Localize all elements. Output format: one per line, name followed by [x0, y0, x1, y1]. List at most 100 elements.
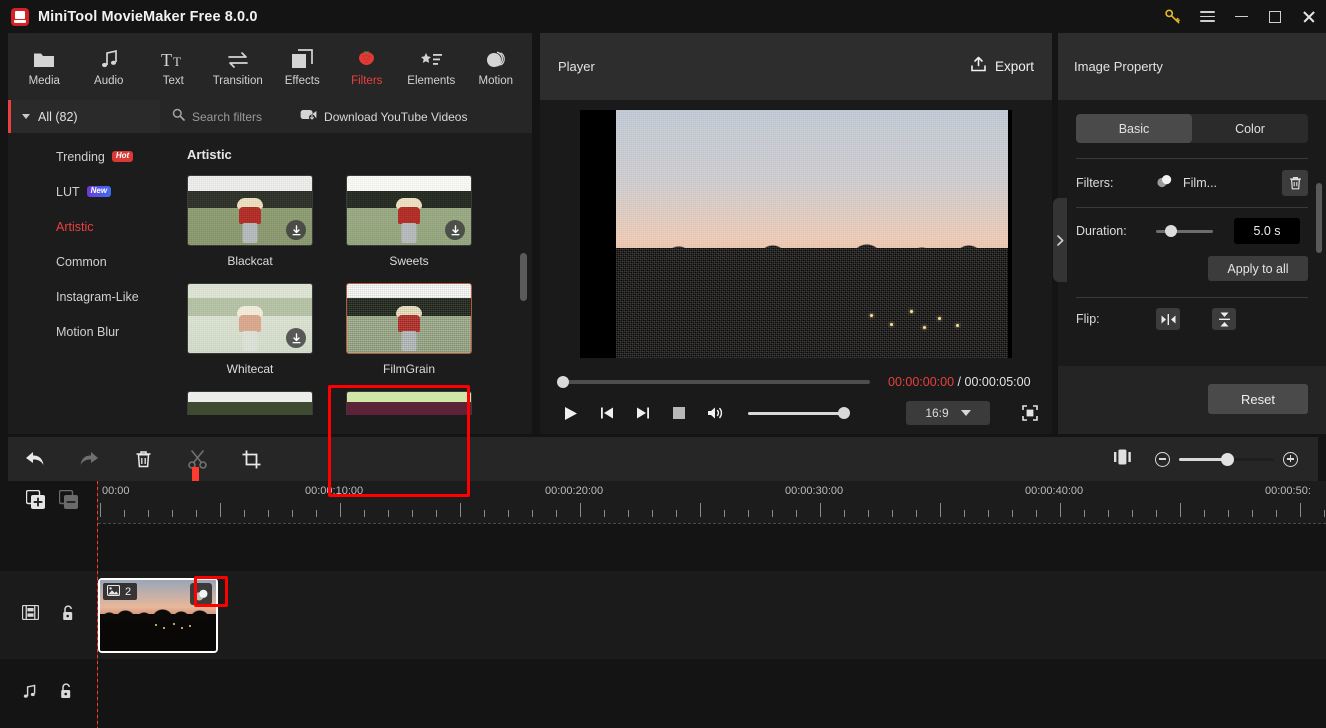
ruler-tick — [652, 510, 653, 517]
undo-icon[interactable] — [8, 437, 62, 481]
next-frame-icon[interactable] — [634, 404, 652, 422]
fullscreen-icon[interactable] — [1022, 405, 1038, 421]
filter-grid-scroll[interactable]: Artistic Blackcat Sweets Whitecat FilmGr… — [160, 133, 532, 434]
unlock-icon[interactable] — [61, 604, 75, 626]
ribbon-tab-elements[interactable]: Elements — [399, 37, 464, 97]
image-icon — [106, 583, 121, 601]
play-icon[interactable] — [562, 404, 580, 422]
download-youtube-button[interactable]: Download YouTube Videos — [300, 108, 467, 126]
category-all[interactable]: All (82) — [8, 100, 160, 133]
minimize-icon[interactable] — [1224, 0, 1258, 33]
zoom-in-icon[interactable] — [1283, 451, 1298, 467]
flip-horizontal-icon[interactable] — [1156, 308, 1180, 330]
duration-value[interactable]: 5.0 s — [1234, 218, 1300, 244]
video-preview[interactable] — [580, 109, 1012, 358]
download-filter-icon[interactable] — [445, 220, 465, 240]
export-button[interactable]: Export — [970, 56, 1034, 78]
timeline-zoom-slider[interactable] — [1179, 452, 1274, 466]
category-all-label: All (82) — [38, 109, 78, 124]
timeline-playhead[interactable] — [97, 467, 199, 728]
category-item-trending[interactable]: Trending Hot — [8, 139, 160, 174]
category-item-motion-blur[interactable]: Motion Blur — [8, 314, 160, 349]
duration-row: Duration: 5.0 s — [1058, 208, 1326, 254]
category-item-lut[interactable]: LUT New — [8, 174, 160, 209]
ruler-tick — [220, 503, 221, 517]
timeline-video-track[interactable]: 2 — [0, 571, 1326, 659]
volume-handle[interactable] — [838, 407, 850, 419]
film-strip-icon — [21, 604, 40, 625]
svg-text:T: T — [173, 54, 181, 69]
seek-slider[interactable] — [557, 376, 870, 388]
volume-icon[interactable] — [706, 404, 724, 422]
ribbon-tab-effects[interactable]: Effects — [270, 37, 335, 97]
download-filter-icon[interactable] — [286, 328, 306, 348]
duration-handle[interactable] — [1165, 224, 1177, 237]
previous-frame-icon[interactable] — [598, 404, 616, 422]
volume-slider[interactable] — [748, 407, 850, 419]
ruler-tick — [1012, 510, 1013, 517]
svg-text:T: T — [161, 50, 172, 69]
flip-vertical-icon[interactable] — [1212, 308, 1236, 330]
search-filters-field[interactable]: Search filters — [172, 108, 262, 126]
filter-grid: Blackcat Sweets Whitecat FilmGrain — [160, 162, 532, 376]
applied-filter-chip[interactable]: Film... — [1156, 173, 1217, 193]
stop-icon[interactable] — [670, 404, 688, 422]
download-filter-icon[interactable] — [286, 220, 306, 240]
ribbon-tab-media[interactable]: Media — [12, 37, 77, 97]
delete-icon[interactable] — [116, 437, 170, 481]
remove-track-icon[interactable] — [58, 489, 79, 515]
trash-icon[interactable] — [1282, 170, 1308, 196]
timeline-audio-track[interactable] — [0, 659, 1326, 728]
chevron-right-icon[interactable] — [1053, 198, 1067, 282]
ruler-tick — [244, 510, 245, 517]
timeline: 00:00 00:00:10:00 00:00:20:00 00:00:30:0… — [0, 467, 1326, 728]
timeline-ruler[interactable]: 00:00 00:00:10:00 00:00:20:00 00:00:30:0… — [98, 481, 1326, 523]
motion-sphere-icon — [485, 47, 507, 69]
ribbon-tab-transition[interactable]: Transition — [206, 37, 271, 97]
property-scrollbar[interactable] — [1316, 183, 1322, 253]
aspect-ratio-select[interactable]: 16:9 — [906, 401, 990, 425]
ruler-tick — [676, 510, 677, 517]
filter-card-blackcat[interactable]: Blackcat — [187, 175, 313, 268]
ribbon-label: Transition — [212, 74, 263, 87]
ribbon-tab-motion[interactable]: Motion — [464, 37, 529, 97]
playhead-handle[interactable] — [192, 467, 199, 481]
category-item-artistic[interactable]: Artistic — [8, 209, 160, 244]
filter-group-title: Artistic — [187, 147, 232, 162]
seek-handle[interactable] — [557, 376, 569, 388]
redo-icon[interactable] — [62, 437, 116, 481]
filter-thumbnail-partial[interactable] — [346, 391, 472, 415]
folder-icon — [33, 47, 55, 69]
crop-icon[interactable] — [224, 437, 278, 481]
category-item-instagram-like[interactable]: Instagram-Like — [8, 279, 160, 314]
ruler-tick — [1132, 510, 1133, 517]
hamburger-menu-icon[interactable] — [1190, 0, 1224, 33]
add-track-icon[interactable] — [25, 489, 46, 515]
filter-card-whitecat[interactable]: Whitecat — [187, 283, 313, 376]
duration-slider[interactable] — [1156, 224, 1213, 237]
filter-grid-scrollbar[interactable] — [520, 253, 527, 301]
apply-to-all-button[interactable]: Apply to all — [1208, 256, 1308, 281]
reset-button[interactable]: Reset — [1208, 384, 1308, 414]
filter-thumbnail-partial[interactable] — [187, 391, 313, 415]
ruler-tick — [484, 510, 485, 517]
tab-basic[interactable]: Basic — [1076, 114, 1192, 143]
key-icon[interactable] — [1156, 0, 1190, 33]
zoom-out-icon[interactable] — [1155, 451, 1170, 467]
zoom-handle[interactable] — [1221, 452, 1234, 466]
category-label: Trending — [56, 149, 105, 164]
filter-browser: Search filters Download YouTube Videos A… — [160, 100, 532, 497]
maximize-icon[interactable] — [1258, 0, 1292, 33]
filter-card-sweets[interactable]: Sweets — [346, 175, 472, 268]
split-view-icon[interactable] — [1114, 449, 1131, 470]
unlock-icon[interactable] — [59, 683, 73, 704]
tab-color[interactable]: Color — [1192, 114, 1308, 143]
ruler-tick — [604, 510, 605, 517]
category-item-common[interactable]: Common — [8, 244, 160, 279]
ribbon-tab-audio[interactable]: Audio — [77, 37, 142, 97]
ribbon-tab-filters[interactable]: Filters — [335, 37, 400, 97]
ribbon-tab-text[interactable]: TT Text — [141, 37, 206, 97]
close-icon[interactable] — [1292, 0, 1326, 33]
ruler-tick — [820, 503, 821, 517]
filter-card-filmgrain[interactable]: FilmGrain — [346, 283, 472, 376]
